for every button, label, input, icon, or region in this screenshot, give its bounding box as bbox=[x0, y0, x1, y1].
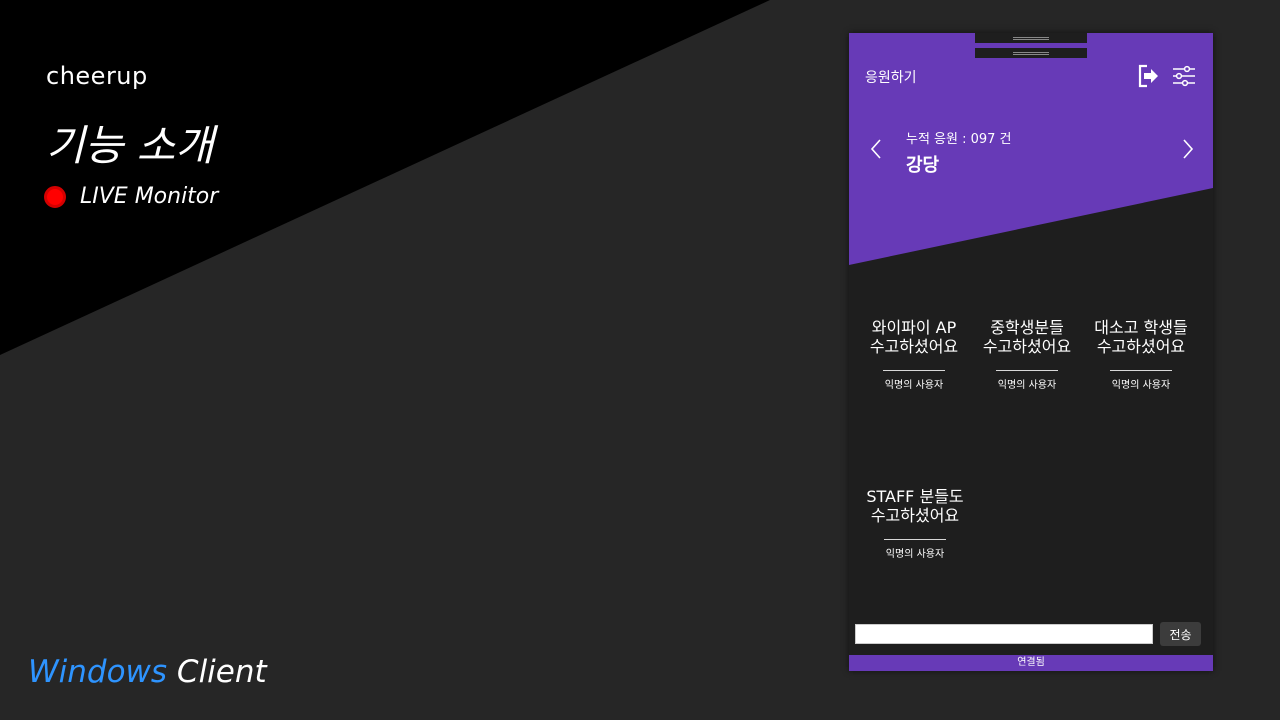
platform-label-windows: Windows bbox=[28, 654, 168, 690]
send-button[interactable]: 전송 bbox=[1160, 622, 1201, 646]
connection-status: 연결됨 bbox=[849, 655, 1213, 671]
card-divider bbox=[883, 370, 945, 371]
drag-handle-second[interactable] bbox=[975, 48, 1087, 58]
cheer-card: 와이파이 AP 수고하셨어요 익명의 사용자 bbox=[854, 318, 974, 391]
live-indicator: LIVE Monitor bbox=[44, 184, 218, 209]
cheer-author: 익명의 사용자 bbox=[997, 380, 1057, 391]
slide-headline: 기능 소개 bbox=[46, 121, 214, 170]
chevron-left-icon[interactable] bbox=[867, 137, 887, 161]
app-window: 응원하기 누적 응원 : 097 건 강당 와이파이 AP 수고하셨어요 익명의… bbox=[849, 33, 1213, 671]
cheer-author: 익명의 사용자 bbox=[1111, 380, 1171, 391]
location-name: 강당 bbox=[906, 155, 940, 176]
sliders-icon[interactable] bbox=[1171, 63, 1197, 89]
live-dot-icon bbox=[44, 185, 66, 208]
cheer-card: STAFF 분들도 수고하셨어요 익명의 사용자 bbox=[855, 487, 975, 560]
card-divider bbox=[884, 539, 946, 540]
cheer-message: 와이파이 AP 수고하셨어요 bbox=[869, 318, 959, 356]
cheer-card: 중학생분들 수고하셨어요 익명의 사용자 bbox=[967, 318, 1087, 391]
brand-logo-text: cheerup bbox=[46, 62, 148, 90]
platform-label: Windows Client bbox=[28, 654, 267, 690]
card-divider bbox=[1110, 370, 1172, 371]
chevron-right-icon[interactable] bbox=[1177, 137, 1197, 161]
cheer-message: 중학생분들 수고하셨어요 bbox=[982, 318, 1072, 356]
message-input[interactable] bbox=[855, 624, 1153, 644]
live-label: LIVE Monitor bbox=[80, 184, 219, 209]
cheer-author: 익명의 사용자 bbox=[885, 549, 945, 560]
platform-label-client: Client bbox=[176, 654, 267, 690]
app-title: 응원하기 bbox=[865, 70, 917, 86]
cheer-message: STAFF 분들도 수고하셨어요 bbox=[866, 487, 964, 525]
cheer-author: 익명의 사용자 bbox=[884, 380, 944, 391]
cheer-message: 대소고 학생들 수고하셨어요 bbox=[1094, 318, 1188, 356]
slide-background-triangle bbox=[0, 0, 770, 355]
cheer-card: 대소고 학생들 수고하셨어요 익명의 사용자 bbox=[1081, 318, 1201, 391]
cheer-count: 누적 응원 : 097 건 bbox=[906, 132, 1012, 147]
card-divider bbox=[996, 370, 1058, 371]
logout-icon[interactable] bbox=[1136, 63, 1162, 89]
drag-handle-top[interactable] bbox=[975, 33, 1087, 43]
